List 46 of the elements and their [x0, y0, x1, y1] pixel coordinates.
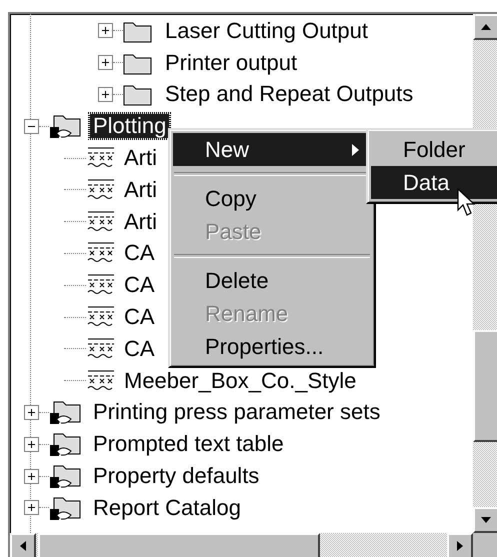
shared-folder-icon	[49, 463, 81, 490]
expand-icon[interactable]	[24, 404, 39, 420]
shared-folder-icon	[49, 113, 81, 140]
right-arrow-icon	[457, 541, 463, 551]
expand-icon[interactable]	[98, 55, 113, 70]
tree-item[interactable]: Printing press parameter sets	[89, 399, 384, 426]
tree-item[interactable]: CA	[122, 304, 157, 330]
tree-item[interactable]: Printer output	[161, 50, 302, 76]
tree-item[interactable]: Step and Repeat Outputs	[161, 81, 418, 108]
tree-item[interactable]: CA	[122, 240, 157, 266]
tree-item[interactable]: CA	[122, 272, 157, 298]
scrollbar-thumb[interactable]	[473, 330, 497, 442]
shared-folder-icon	[49, 494, 81, 521]
tree-item[interactable]: Report Catalog	[89, 494, 245, 521]
expand-icon[interactable]	[24, 468, 39, 484]
tree-item[interactable]: CA	[122, 336, 157, 362]
menu-item[interactable]: Folder	[371, 133, 497, 166]
scrollbar-thumb[interactable]	[38, 533, 320, 557]
expand-icon[interactable]	[24, 436, 39, 452]
up-arrow-icon	[481, 24, 491, 30]
left-arrow-icon	[20, 541, 26, 551]
tree-item[interactable]: Property defaults	[89, 463, 264, 490]
tree-item[interactable]: Arti	[122, 176, 159, 203]
tree-item[interactable]: Arti	[122, 145, 159, 172]
horizontal-scrollbar[interactable]	[10, 533, 473, 557]
scroll-up-button[interactable]	[473, 14, 497, 40]
expand-icon[interactable]	[98, 23, 113, 38]
expand-icon[interactable]	[24, 500, 39, 516]
scroll-down-button[interactable]	[473, 507, 497, 533]
scroll-right-button[interactable]	[447, 533, 473, 557]
tree-item[interactable]: Prompted text table	[89, 431, 288, 458]
shared-folder-icon	[49, 431, 81, 458]
shared-folder-icon	[49, 399, 81, 426]
scrollbar-corner	[473, 533, 497, 557]
tree-item[interactable]: Plotting	[89, 113, 170, 140]
expand-icon[interactable]	[98, 86, 113, 102]
tree-item[interactable]: Meeber_Box_Co._Style	[122, 368, 358, 394]
down-arrow-icon	[481, 517, 491, 523]
mouse-cursor-icon	[457, 188, 477, 218]
menu-item[interactable]: Delete	[173, 264, 371, 297]
tree-item[interactable]: Arti	[122, 208, 159, 235]
menu-item[interactable]: Data	[371, 166, 497, 199]
scroll-left-button[interactable]	[10, 533, 36, 557]
menu-item[interactable]: Properties...	[173, 330, 371, 363]
tree-item[interactable]: Laser Cutting Output	[161, 18, 372, 44]
collapse-icon[interactable]	[24, 118, 39, 134]
